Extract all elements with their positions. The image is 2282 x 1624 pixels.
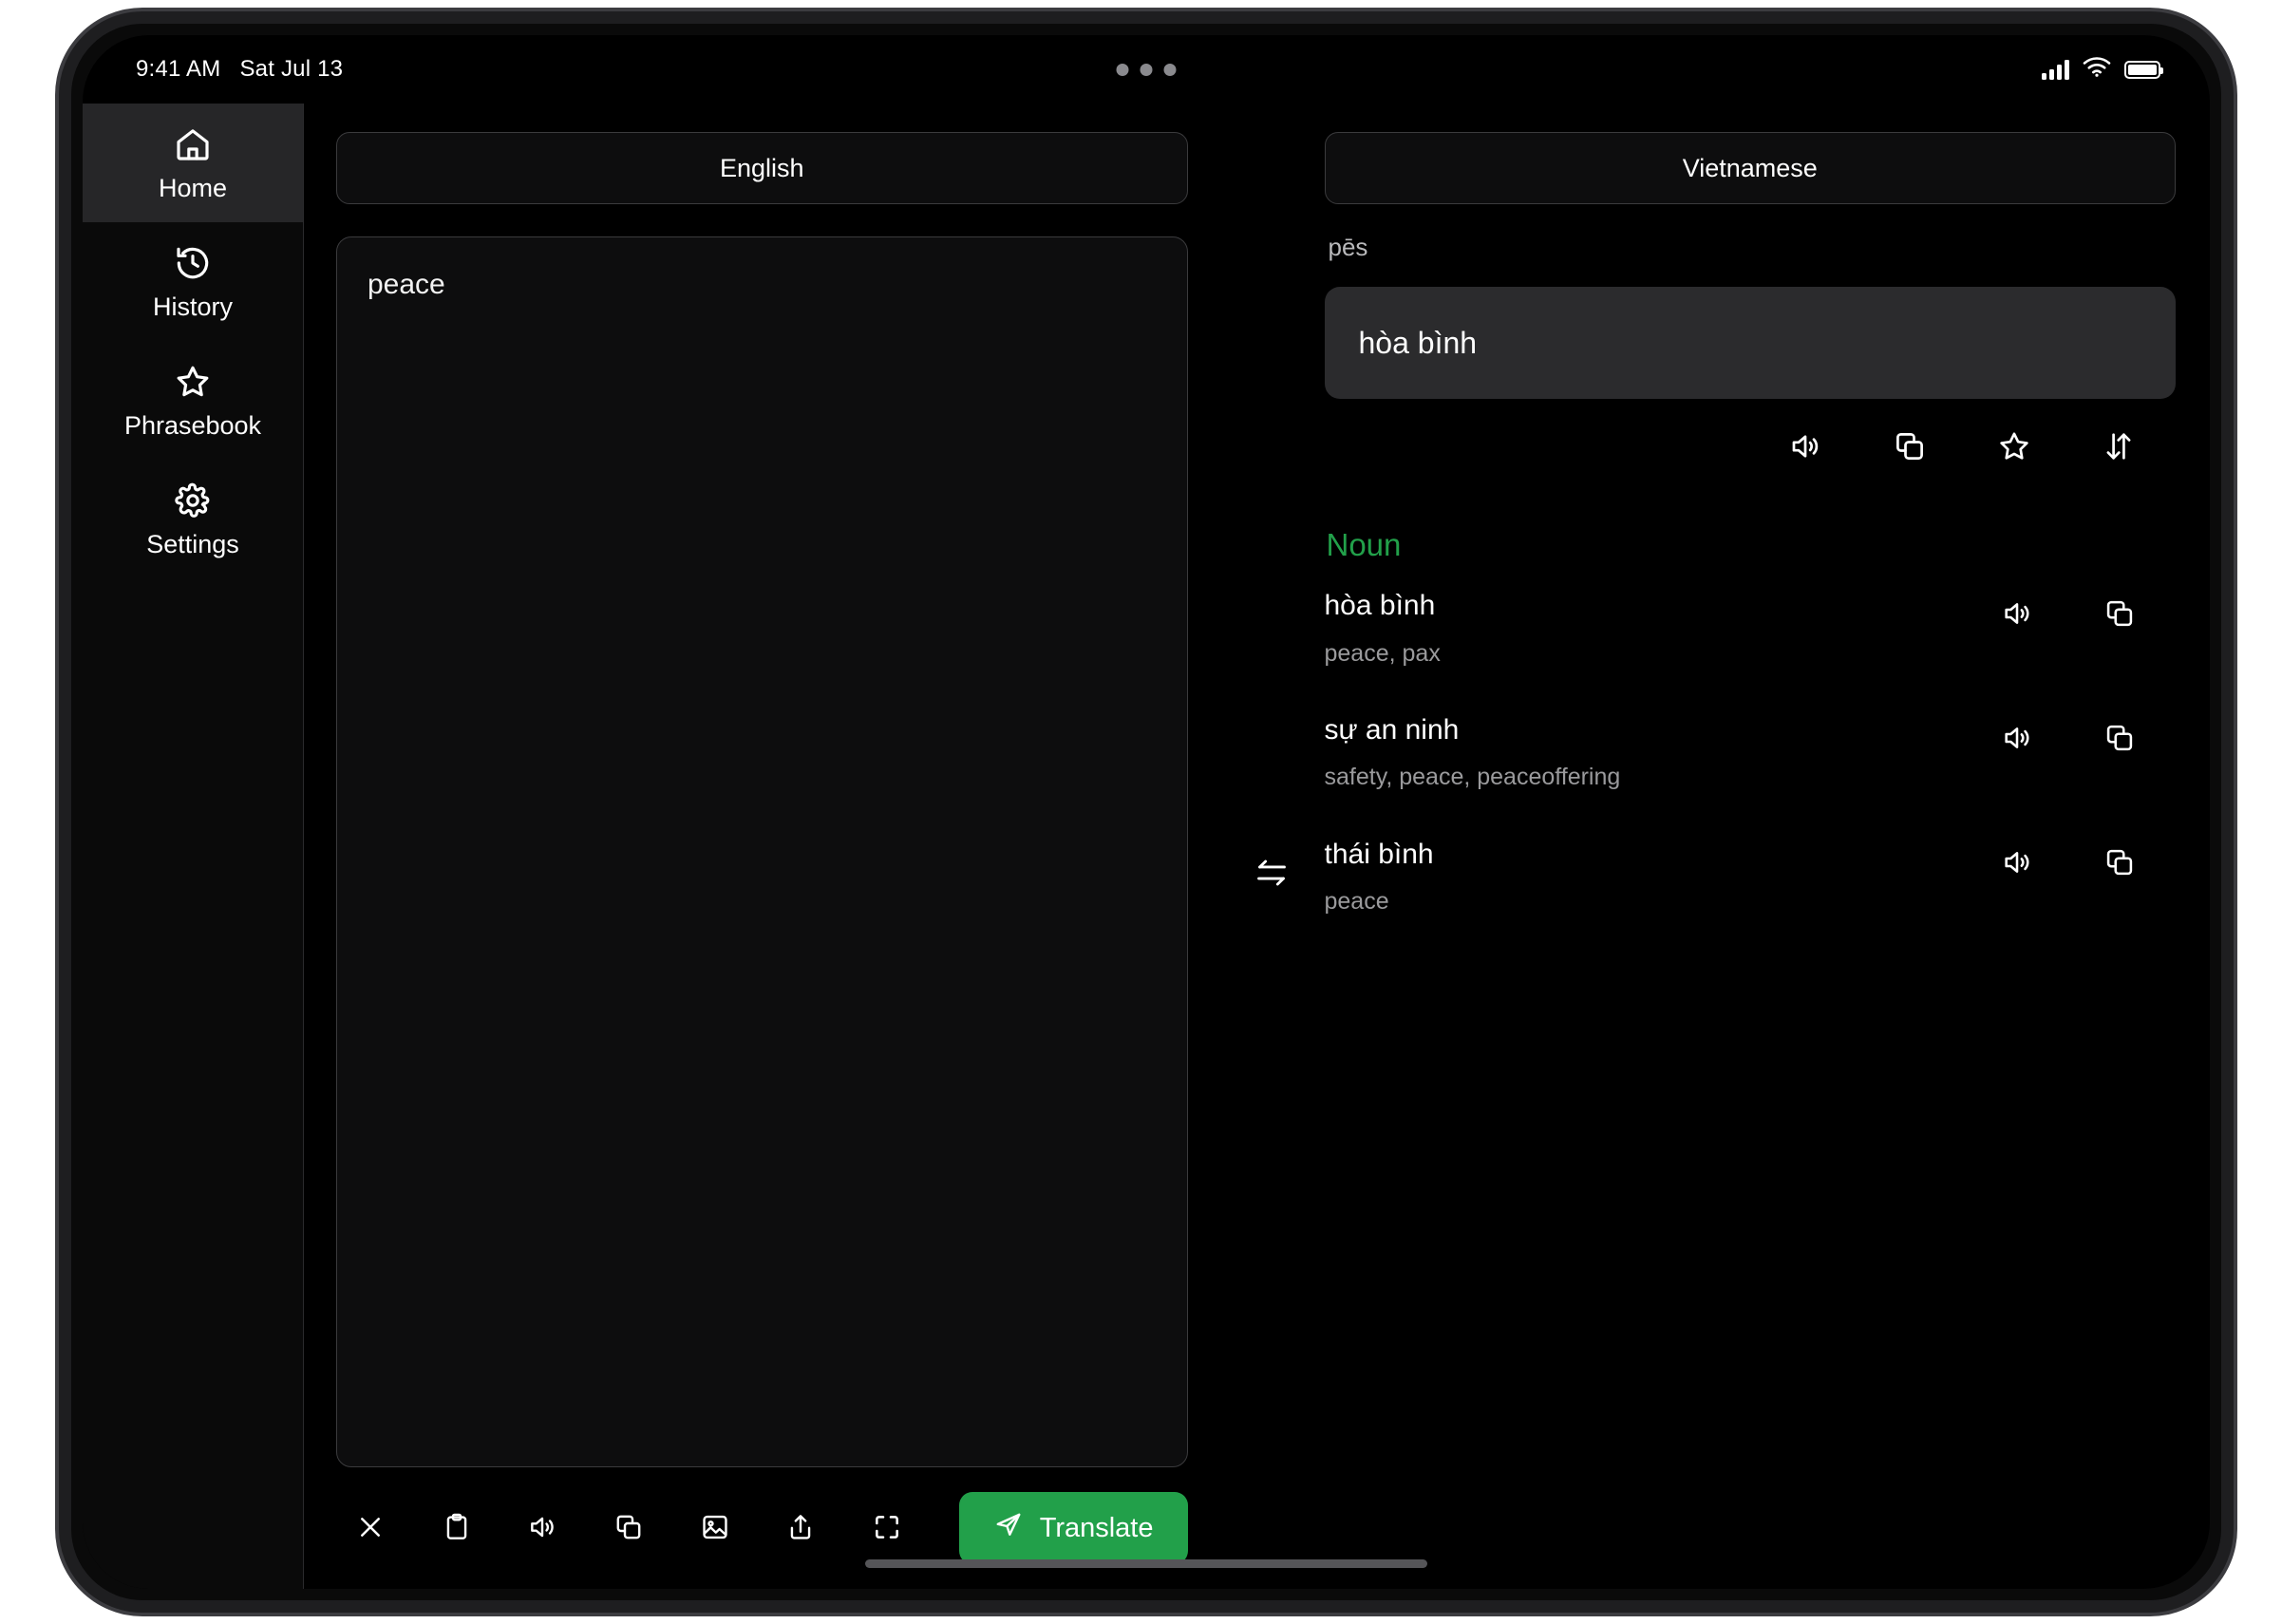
definition-term: hòa bình bbox=[1324, 590, 1436, 621]
share-button[interactable] bbox=[778, 1504, 823, 1553]
translate-button-label: Translate bbox=[1039, 1512, 1154, 1543]
speak-translation-button[interactable] bbox=[1782, 424, 1828, 472]
copy-definition-button[interactable] bbox=[2098, 592, 2141, 638]
dot bbox=[1163, 63, 1177, 76]
arrows-up-down-icon bbox=[2102, 429, 2136, 466]
copy-translation-button[interactable] bbox=[1887, 424, 1933, 472]
part-of-speech-label: Noun bbox=[1326, 527, 1402, 562]
star-icon bbox=[1997, 429, 2031, 466]
status-bar-left: 9:41 AM Sat Jul 13 bbox=[136, 56, 343, 83]
wifi-icon bbox=[2083, 56, 2111, 84]
definition-term: thái bình bbox=[1324, 838, 1434, 870]
share-upload-icon bbox=[785, 1512, 816, 1545]
gear-icon bbox=[174, 482, 212, 519]
clipboard-icon bbox=[442, 1512, 472, 1545]
sort-translation-button[interactable] bbox=[2096, 424, 2141, 472]
speak-definition-button[interactable] bbox=[1995, 716, 2039, 763]
copy-definition-button[interactable] bbox=[2098, 716, 2141, 763]
fullscreen-icon bbox=[872, 1512, 902, 1545]
source-language-selector[interactable]: English bbox=[336, 132, 1188, 204]
home-indicator[interactable] bbox=[865, 1559, 1427, 1568]
swap-horizontal-icon bbox=[1254, 855, 1290, 894]
definition-actions bbox=[1995, 712, 2141, 763]
status-bar-right bbox=[2042, 56, 2163, 84]
sidebar: Home History Phrasebook Settings bbox=[83, 104, 304, 1589]
status-time: 9:41 AM bbox=[136, 56, 221, 82]
target-language-selector[interactable]: Vietnamese bbox=[1324, 132, 2176, 204]
swap-column bbox=[1222, 104, 1321, 1589]
copy-icon bbox=[2103, 597, 2136, 633]
battery-full-icon bbox=[2124, 60, 2163, 79]
definition-text: hòa bình peace, pax bbox=[1325, 588, 1996, 669]
definition-gloss: safety, peace, peaceoffering bbox=[1324, 764, 1621, 791]
tablet-device-frame: 9:41 AM Sat Jul 13 Home History Phrasebo… bbox=[59, 11, 2234, 1613]
swap-languages-button[interactable] bbox=[1254, 159, 1290, 1589]
status-date: Sat Jul 13 bbox=[239, 56, 344, 82]
sidebar-item-settings[interactable]: Settings bbox=[83, 460, 303, 578]
home-icon bbox=[174, 125, 212, 163]
speak-definition-button[interactable] bbox=[1995, 840, 2039, 887]
close-x-icon bbox=[355, 1512, 386, 1545]
target-panel: Vietnamese pēs hòa bình Noun hòa bình pe… bbox=[1321, 104, 2211, 1589]
sidebar-item-label: Phrasebook bbox=[123, 410, 262, 440]
source-panel: English peace Translate bbox=[304, 104, 1222, 1589]
copy-icon bbox=[1893, 429, 1927, 466]
definition-row: sự an ninh safety, peace, peaceoffering bbox=[1325, 712, 2177, 793]
copy-source-button[interactable] bbox=[606, 1504, 651, 1553]
favorite-translation-button[interactable] bbox=[1991, 424, 2037, 472]
speaker-icon bbox=[2001, 722, 2033, 757]
target-language-label: Vietnamese bbox=[1682, 153, 1818, 182]
copy-icon bbox=[613, 1512, 644, 1545]
sidebar-item-history[interactable]: History bbox=[83, 222, 303, 341]
send-plane-icon bbox=[993, 1509, 1024, 1547]
tablet-screen: 9:41 AM Sat Jul 13 Home History Phrasebo… bbox=[83, 35, 2210, 1589]
speaker-icon bbox=[2001, 846, 2033, 881]
image-icon bbox=[700, 1512, 730, 1545]
sidebar-item-label: Home bbox=[158, 173, 228, 202]
clear-button[interactable] bbox=[348, 1504, 393, 1553]
definition-list: hòa bình peace, pax sự an ninh safety, p… bbox=[1325, 588, 2177, 960]
speaker-icon bbox=[1788, 429, 1822, 466]
copy-icon bbox=[2103, 846, 2136, 881]
definition-gloss: peace bbox=[1324, 888, 1389, 915]
definition-text: sự an ninh safety, peace, peaceoffering bbox=[1325, 712, 1996, 793]
source-text-input[interactable]: peace bbox=[336, 236, 1188, 1467]
speaker-icon bbox=[527, 1512, 557, 1545]
definition-actions bbox=[1995, 837, 2141, 887]
speak-definition-button[interactable] bbox=[1995, 592, 2039, 638]
source-toolbar-icons bbox=[336, 1504, 925, 1553]
translation-result[interactable]: hòa bình bbox=[1324, 287, 2176, 399]
translate-button[interactable]: Translate bbox=[958, 1492, 1188, 1564]
star-icon bbox=[174, 363, 212, 401]
sidebar-item-home[interactable]: Home bbox=[83, 104, 303, 222]
source-toolbar: Translate bbox=[336, 1467, 1188, 1589]
speak-source-button[interactable] bbox=[519, 1504, 565, 1553]
definition-row: hòa bình peace, pax bbox=[1325, 588, 2177, 669]
pronunciation-text: pēs bbox=[1328, 233, 1368, 261]
definition-actions bbox=[1995, 588, 2141, 638]
multitask-dots-icon[interactable] bbox=[1116, 63, 1177, 76]
source-language-label: English bbox=[719, 153, 804, 182]
dot bbox=[1116, 63, 1129, 76]
sidebar-item-phrasebook[interactable]: Phrasebook bbox=[83, 341, 303, 460]
image-button[interactable] bbox=[692, 1504, 738, 1553]
translation-actions bbox=[1325, 424, 2177, 472]
fullscreen-button[interactable] bbox=[864, 1504, 910, 1553]
definition-text: thái bình peace bbox=[1325, 837, 1996, 917]
copy-icon bbox=[2103, 722, 2136, 757]
sidebar-item-label: History bbox=[152, 292, 233, 321]
definition-gloss: peace, pax bbox=[1324, 639, 1441, 667]
app-body: Home History Phrasebook Settings English… bbox=[83, 104, 2210, 1589]
dot bbox=[1140, 63, 1153, 76]
definition-term: sự an ninh bbox=[1324, 713, 1460, 746]
cellular-bars-icon bbox=[2042, 59, 2069, 80]
paste-button[interactable] bbox=[434, 1504, 480, 1553]
definition-row: thái bình peace bbox=[1325, 837, 2177, 917]
speaker-icon bbox=[2001, 597, 2033, 633]
history-clock-icon bbox=[174, 244, 212, 282]
sidebar-item-label: Settings bbox=[146, 529, 239, 558]
copy-definition-button[interactable] bbox=[2098, 840, 2141, 887]
status-bar: 9:41 AM Sat Jul 13 bbox=[83, 35, 2210, 104]
